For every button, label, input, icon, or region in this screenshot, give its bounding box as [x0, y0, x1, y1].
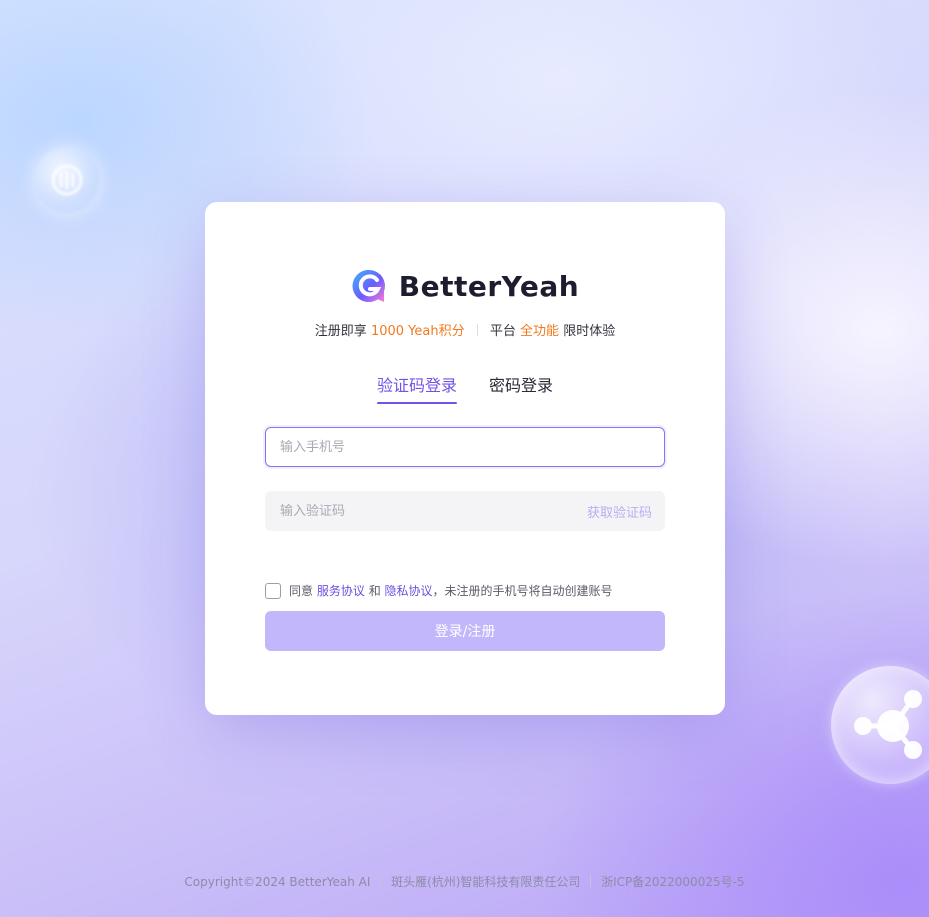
share-icon [854, 690, 922, 759]
login-tabs: 验证码登录 密码登录 [205, 372, 725, 404]
brand-name: BetterYeah [398, 269, 580, 303]
service-agreement-link[interactable]: 服务协议 [317, 582, 365, 599]
promo-tagline: 注册即享 1000 Yeah积分 平台 全功能 限时体验 [205, 320, 725, 339]
tagline-feature-highlight: 全功能 [520, 324, 560, 339]
decorative-bubble-left [34, 147, 100, 213]
tab-sms-login[interactable]: 验证码登录 [376, 372, 458, 404]
phone-field[interactable] [265, 427, 665, 467]
tagline-points-highlight: 1000 Yeah积分 [370, 324, 465, 339]
privacy-agreement-link[interactable]: 隐私协议 [385, 582, 433, 599]
agreement-row: 同意 服务协议 和 隐私协议 ，未注册的手机号将自动创建账号 [265, 582, 613, 599]
tagline-divider [476, 324, 478, 336]
page-footer: Copyright©2024 BetterYeah AI 斑头雁(杭州)智能科技… [0, 873, 929, 890]
login-register-button[interactable]: 登录/注册 [265, 611, 665, 651]
tab-password-login[interactable]: 密码登录 [489, 372, 553, 404]
agree-prefix-text: 同意 [289, 584, 314, 598]
code-field[interactable]: 获取验证码 [265, 491, 665, 531]
company-name: 斑头雁(杭州)智能科技有限责任公司 [391, 875, 581, 889]
sparkle-icon [51, 164, 83, 196]
phone-input[interactable] [278, 438, 652, 456]
decorative-share-bubble [831, 666, 929, 784]
get-code-button[interactable]: 获取验证码 [587, 502, 652, 521]
agree-checkbox[interactable] [265, 582, 281, 599]
tagline-text-1: 注册即享 [314, 324, 367, 339]
tagline-text-2: 平台 [489, 324, 516, 339]
footer-divider [380, 875, 382, 887]
betteryeah-logo-icon [352, 269, 385, 302]
footer-divider [590, 875, 592, 887]
brand-logo: BetterYeah [205, 268, 725, 304]
login-card: BetterYeah 注册即享 1000 Yeah积分 平台 全功能 限时体验 … [205, 202, 725, 715]
agree-suffix-text: ，未注册的手机号将自动创建账号 [432, 584, 613, 598]
verification-code-input[interactable] [278, 502, 587, 520]
tagline-text-3: 限时体验 [563, 324, 616, 339]
agree-and-text: 和 [368, 584, 381, 598]
icp-link[interactable]: 浙ICP备2022000025号-5 [601, 875, 744, 889]
copyright-text: Copyright©2024 BetterYeah AI [184, 875, 371, 889]
